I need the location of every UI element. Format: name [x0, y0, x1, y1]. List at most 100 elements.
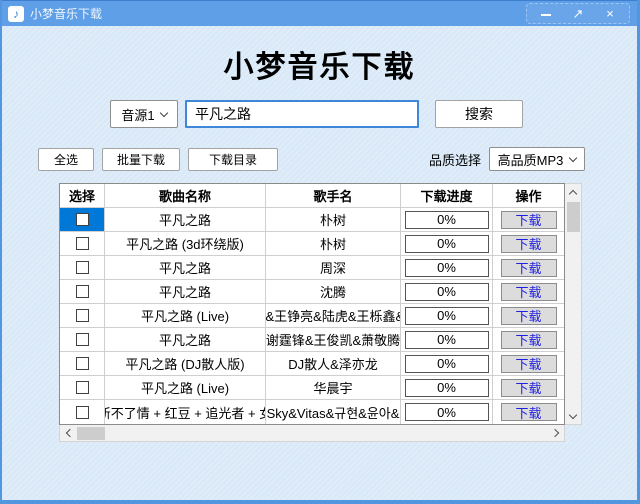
toolbar: 全选 批量下载 下载目录 品质选择 高品质MP3 — [38, 147, 585, 171]
select-cell[interactable] — [60, 256, 105, 280]
maximize-button[interactable]: ↗ — [571, 7, 585, 20]
quality-select[interactable]: 高品质MP3 — [489, 147, 585, 171]
song-cell: 平凡之路 (3d环绕版) — [105, 232, 266, 256]
download-button[interactable]: 下载 — [500, 403, 557, 421]
table-row[interactable]: 平凡之路 周深 0% 下载 — [60, 256, 564, 280]
artist-cell: 朴树 — [266, 232, 401, 256]
download-button[interactable]: 下载 — [500, 330, 557, 349]
progress-box: 0% — [404, 403, 489, 421]
progress-box: 0% — [404, 234, 489, 253]
artist-cell: 朴树 — [266, 208, 401, 232]
action-cell: 下载 — [493, 232, 564, 256]
row-checkbox[interactable] — [75, 333, 89, 346]
action-cell: 下载 — [493, 208, 564, 232]
select-cell[interactable] — [60, 208, 105, 232]
select-cell[interactable] — [60, 352, 105, 376]
table-row[interactable]: 平凡之路 沈腾 0% 下载 — [60, 280, 564, 304]
search-input[interactable] — [185, 100, 419, 128]
action-cell: 下载 — [493, 400, 564, 424]
progress-box: 0% — [404, 210, 489, 229]
header-progress: 下载进度 — [401, 184, 493, 208]
table-row[interactable]: 平凡之路 朴树 0% 下载 — [60, 208, 564, 232]
progress-cell: 0% — [401, 256, 493, 280]
select-cell[interactable] — [60, 280, 105, 304]
action-cell: 下载 — [493, 376, 564, 400]
action-cell: 下载 — [493, 328, 564, 352]
progress-cell: 0% — [401, 352, 493, 376]
titlebar: ♪ 小梦音乐下载 ↗ × — [2, 0, 637, 26]
page-title: 小梦音乐下载 — [223, 51, 416, 84]
source-select[interactable]: 音源1 — [110, 100, 178, 128]
action-cell: 下载 — [493, 256, 564, 280]
quality-label: 品质选择 — [428, 152, 481, 168]
scroll-down-icon[interactable] — [565, 408, 581, 424]
progress-box: 0% — [404, 354, 489, 373]
batch-download-button[interactable]: 批量下载 — [102, 147, 180, 171]
download-button[interactable]: 下载 — [500, 354, 557, 373]
table-row[interactable]: 平凡之路 (DJ散人版) DJ散人&泽亦龙 0% 下载 — [60, 352, 564, 376]
row-checkbox[interactable] — [75, 381, 89, 394]
header-action: 操作 — [493, 184, 564, 208]
table-row[interactable]: 平凡之路 (3d环绕版) 朴树 0% 下载 — [60, 232, 564, 256]
minimize-button[interactable] — [539, 7, 553, 20]
artist-cell: Sky&Vitas&규현&윤아& — [266, 400, 401, 424]
search-row: 音源1 搜索 — [110, 100, 523, 128]
row-checkbox[interactable] — [75, 213, 89, 226]
select-cell[interactable] — [60, 400, 105, 424]
select-cell[interactable] — [60, 376, 105, 400]
vertical-scrollbar[interactable] — [565, 183, 582, 425]
action-cell: 下载 — [493, 280, 564, 304]
song-table: 选择 歌曲名称 歌手名 下载进度 操作 平凡之路 朴树 0% 下载 平凡之路 (… — [59, 183, 583, 442]
table-row[interactable]: 平凡之路 (Live) 华晨宇 0% 下载 — [60, 376, 564, 400]
progress-cell: 0% — [401, 376, 493, 400]
minimize-icon — [541, 14, 551, 16]
row-checkbox[interactable] — [75, 285, 89, 298]
table-row[interactable]: 新不了情 + 红豆 + 追光者 + 女 Sky&Vitas&규현&윤아& 0% … — [60, 400, 564, 424]
select-cell[interactable] — [60, 328, 105, 352]
table-row[interactable]: 平凡之路 (Live) ;&王铮亮&陆虎&王栎鑫& 0% 下载 — [60, 304, 564, 328]
horizontal-scrollbar[interactable] — [59, 425, 565, 442]
download-button[interactable]: 下载 — [500, 210, 557, 229]
progress-cell: 0% — [401, 280, 493, 304]
chevron-down-icon — [569, 153, 578, 162]
progress-box: 0% — [404, 378, 489, 397]
scroll-left-icon[interactable] — [60, 425, 76, 441]
select-cell[interactable] — [60, 232, 105, 256]
action-cell: 下载 — [493, 304, 564, 328]
row-checkbox[interactable] — [75, 309, 89, 322]
row-checkbox[interactable] — [75, 405, 89, 419]
chevron-down-icon — [159, 108, 168, 117]
vertical-scroll-thumb[interactable] — [566, 202, 580, 232]
window-controls: ↗ × — [526, 3, 630, 24]
horizontal-scroll-thumb[interactable] — [77, 426, 105, 440]
artist-cell: 华晨宇 — [266, 376, 401, 400]
row-checkbox[interactable] — [75, 357, 89, 370]
select-all-button[interactable]: 全选 — [38, 147, 94, 171]
download-dir-button[interactable]: 下载目录 — [188, 147, 278, 171]
progress-cell: 0% — [401, 304, 493, 328]
progress-cell: 0% — [401, 400, 493, 424]
scroll-right-icon[interactable] — [548, 425, 564, 441]
download-button[interactable]: 下载 — [500, 282, 557, 301]
titlebar-title: 小梦音乐下载 — [30, 7, 103, 21]
source-select-value: 音源1 — [121, 107, 155, 123]
row-checkbox[interactable] — [75, 237, 89, 250]
download-button[interactable]: 下载 — [500, 258, 557, 277]
select-cell[interactable] — [60, 304, 105, 328]
download-button[interactable]: 下载 — [500, 378, 557, 397]
download-button[interactable]: 下载 — [500, 306, 557, 325]
action-cell: 下载 — [493, 352, 564, 376]
progress-cell: 0% — [401, 328, 493, 352]
close-button[interactable]: × — [603, 7, 617, 20]
song-cell: 平凡之路 (Live) — [105, 376, 266, 400]
artist-cell: 沈腾 — [266, 280, 401, 304]
search-button[interactable]: 搜索 — [435, 100, 523, 128]
table-row[interactable]: 平凡之路 谢霆锋&王俊凯&萧敬腾 0% 下载 — [60, 328, 564, 352]
scroll-up-icon[interactable] — [565, 184, 581, 200]
download-button[interactable]: 下载 — [500, 234, 557, 253]
row-checkbox[interactable] — [75, 261, 89, 274]
app-icon: ♪ — [8, 5, 24, 22]
song-table-grid: 选择 歌曲名称 歌手名 下载进度 操作 平凡之路 朴树 0% 下载 平凡之路 (… — [59, 183, 565, 425]
artist-cell: DJ散人&泽亦龙 — [266, 352, 401, 376]
progress-box: 0% — [404, 258, 489, 277]
